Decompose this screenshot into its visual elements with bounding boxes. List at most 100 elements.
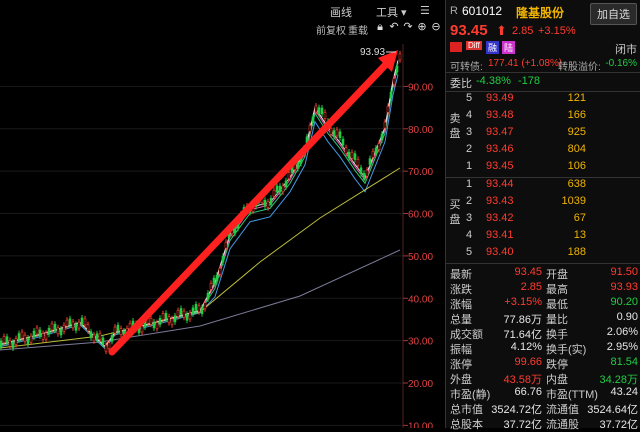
candle-body	[368, 158, 372, 165]
premium-value: -0.16%	[605, 58, 637, 69]
level-number: 5	[466, 246, 473, 258]
candle-body	[170, 318, 174, 326]
buy-level-5[interactable]: 5 93.40 188	[446, 246, 640, 263]
candle-body	[389, 91, 393, 99]
candle-body	[17, 333, 21, 340]
quote-panel: R 601012 隆基股份 加自选 93.45 ⬆ 2.85 +3.15% Di…	[445, 0, 640, 431]
stat-value: +3.15%	[504, 296, 542, 308]
last-price: 93.45	[450, 22, 488, 39]
stat-label: 涨跌	[450, 284, 472, 296]
candle-body	[38, 329, 42, 337]
candle-body	[281, 185, 285, 193]
sell-level-1[interactable]: 1 93.45 106	[446, 160, 640, 177]
candle-body	[83, 318, 87, 326]
candle-body	[335, 129, 339, 137]
market-status: 闭市	[615, 44, 637, 56]
sell-level-5[interactable]: 5 93.49 121	[446, 92, 640, 109]
convertible-line: 可转债: 177.41 (+1.08%) 转股溢价: -0.16%	[446, 56, 640, 73]
candle-body	[101, 337, 105, 345]
candle-body	[347, 151, 351, 159]
stat-label: 最高	[546, 284, 568, 296]
candle-body	[8, 340, 12, 347]
stat-label: 内盘	[546, 374, 568, 386]
tag-connect: 陆	[502, 41, 516, 54]
candle-body	[152, 321, 156, 329]
stat-value: 77.86万	[503, 314, 542, 326]
buy-level-3[interactable]: 3 93.42 67	[446, 212, 640, 229]
candle-body	[14, 338, 18, 345]
candle-body	[386, 106, 390, 113]
candle-body	[176, 310, 180, 317]
stat-label: 总市值	[450, 404, 483, 416]
buy-level-1[interactable]: 1 93.44 638	[446, 178, 640, 195]
stat-label: 最低	[546, 299, 568, 311]
stat-value: 37.72亿	[503, 419, 542, 431]
stats-table: 最新 93.45 开盘 91.50 涨跌 2.85 最高 93.93 涨幅 +3.15% 最低 90.…	[446, 264, 640, 431]
tick-label: 30.00	[408, 337, 433, 348]
stat-value: 43.24	[610, 386, 638, 398]
level-number: 3	[466, 212, 473, 224]
convertible-value[interactable]: 177.41 (+1.08%)	[488, 58, 562, 69]
sell-level-4[interactable]: 4 93.48 166	[446, 109, 640, 126]
level-volume: 1039	[561, 195, 586, 207]
stat-label: 总量	[450, 314, 472, 326]
candle-body	[218, 267, 222, 275]
candle-body	[179, 308, 183, 315]
candle-body	[98, 333, 102, 340]
stat-value: 0.90	[616, 311, 638, 323]
candle-body	[371, 150, 375, 158]
flag-icon	[450, 42, 462, 52]
stat-value: 2.06%	[606, 326, 638, 338]
stat-label: 换手(实)	[546, 344, 587, 356]
level-number: 1	[466, 178, 473, 190]
candle-body	[212, 277, 216, 285]
candle-body	[215, 274, 219, 282]
level-volume: 638	[567, 178, 586, 190]
sell-level-3[interactable]: 3 93.47 925	[446, 126, 640, 143]
up-arrow-icon: ⬆	[496, 23, 507, 38]
candle-body	[173, 315, 177, 323]
candle-body	[41, 333, 45, 340]
stat-label: 流通值	[546, 404, 579, 416]
weibi-diff: -178	[518, 75, 541, 87]
tick-label: 70.00	[408, 167, 433, 178]
candle-body	[185, 313, 189, 321]
tag-margin: 融	[486, 41, 500, 54]
stat-value: 2.85	[520, 281, 542, 293]
candle-body	[380, 133, 384, 141]
level-number: 1	[466, 160, 473, 172]
tick-label: 60.00	[408, 210, 433, 221]
candle-body	[0, 340, 3, 348]
stock-code: 601012	[462, 4, 503, 18]
candle-body	[395, 65, 399, 73]
candle-body	[59, 328, 63, 336]
price-plot[interactable]: 90.00 80.00 70.00 60.00 50.00 40.00 30.00 20.00…	[0, 0, 445, 428]
candle-body	[275, 185, 279, 193]
candle-body	[158, 318, 162, 325]
buy-level-2[interactable]: 2 93.43 1039	[446, 195, 640, 212]
stat-value: 71.64亿	[503, 329, 542, 341]
candle-body	[56, 327, 60, 335]
stat-value: 81.54	[610, 356, 638, 368]
candle-body	[197, 305, 201, 313]
candle-body	[149, 318, 153, 325]
candle-body	[296, 162, 300, 169]
candle-body	[95, 333, 99, 341]
candle-body	[203, 302, 207, 310]
level-number: 3	[466, 126, 473, 138]
candle-body	[332, 130, 336, 137]
stat-value: 34.28万	[599, 374, 638, 386]
kline-chart[interactable]: 画线 工具 ▾ ☰ 前复权 重载 🔒︎ ↶ ↷ ⊕ ⊖ 90.00 80.00 70…	[0, 0, 445, 428]
candle-body	[155, 322, 159, 329]
tick-label: 90.00	[408, 82, 433, 93]
tick-label: 20.00	[408, 379, 433, 390]
level-volume: 166	[567, 109, 586, 121]
candle-body	[113, 326, 117, 334]
level-number: 2	[466, 143, 473, 155]
sell-level-2[interactable]: 2 93.46 804	[446, 143, 640, 160]
level-volume: 188	[567, 246, 586, 258]
tick-label: 40.00	[408, 294, 433, 305]
buy-level-4[interactable]: 4 93.41 13	[446, 229, 640, 246]
candle-body	[272, 189, 276, 197]
stat-label: 流通股	[546, 419, 579, 431]
